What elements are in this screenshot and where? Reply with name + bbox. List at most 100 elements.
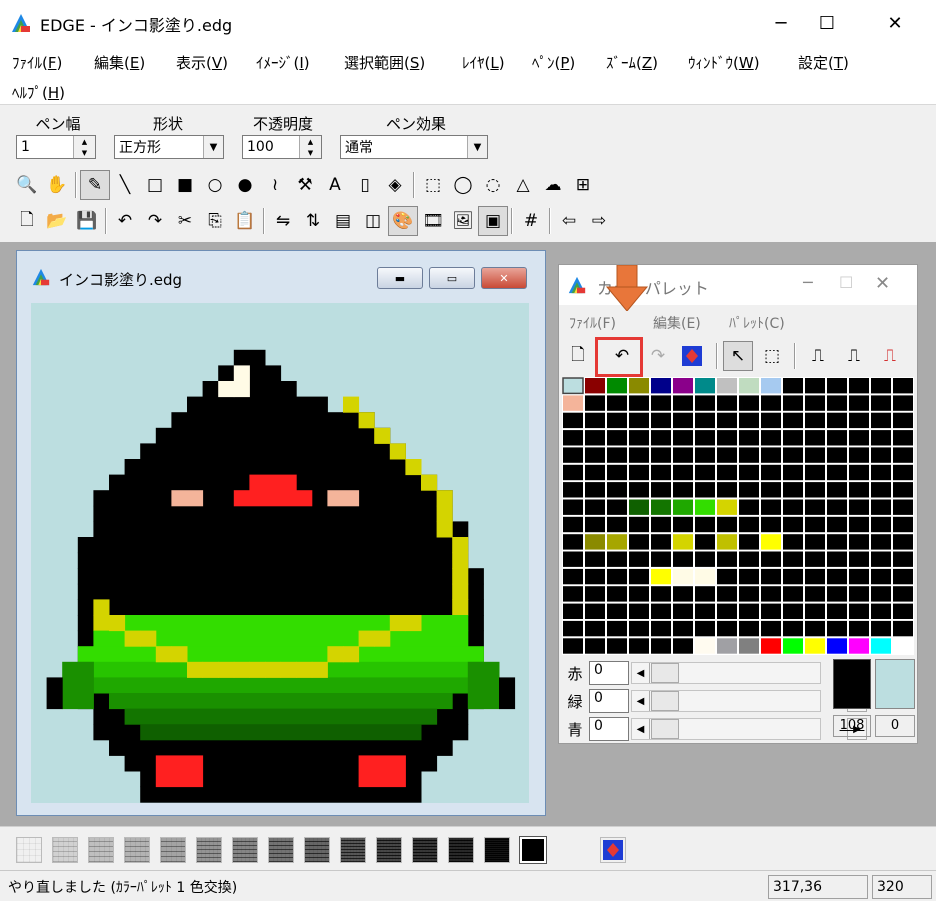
palette-swatch[interactable] (783, 464, 803, 481)
palette-swatch[interactable] (783, 551, 803, 567)
palette-swatch[interactable] (827, 447, 847, 463)
palette-swatch[interactable] (827, 568, 847, 585)
ellipse-icon[interactable]: ○ (200, 170, 230, 200)
palette-swatch[interactable] (563, 620, 583, 637)
palette-swatch[interactable] (783, 499, 803, 515)
palette-swatch[interactable] (585, 638, 605, 654)
palette-swatch[interactable] (827, 620, 847, 637)
menu-item-2[interactable]: 表示(V) (176, 52, 228, 73)
palette-swatch[interactable] (651, 447, 671, 463)
palette-swatch[interactable] (673, 568, 693, 585)
palette-swatch[interactable] (849, 482, 869, 498)
menu-item-4[interactable]: 選択範囲(S) (344, 52, 425, 73)
palette-swatch[interactable] (783, 586, 803, 602)
palette-swatch[interactable] (673, 516, 693, 533)
palette-swatch[interactable] (695, 516, 715, 533)
palette-swatch[interactable] (695, 534, 715, 550)
palette-swatch[interactable] (673, 551, 693, 567)
palette-swatch[interactable] (739, 516, 759, 533)
pixel-art-canvas[interactable] (31, 303, 529, 803)
palette-swatch[interactable] (739, 551, 759, 567)
pen-effect-select[interactable]: 通常 ▼ (340, 135, 488, 159)
palette-swatch[interactable] (783, 412, 803, 429)
palette-swatch[interactable] (717, 586, 737, 602)
palette-swatch[interactable] (783, 620, 803, 637)
close-button[interactable]: ✕ (872, 0, 918, 46)
palette-swatch[interactable] (695, 447, 715, 463)
palette-swatch[interactable] (849, 603, 869, 619)
palette-swatch[interactable] (827, 638, 847, 654)
palette-swatch[interactable] (871, 412, 891, 429)
palette-swatch[interactable] (651, 620, 671, 637)
hammer-icon[interactable]: ⚒ (290, 170, 320, 200)
palette-swatch[interactable] (607, 516, 627, 533)
palette-swatch[interactable] (629, 378, 649, 394)
palette-swatch[interactable] (849, 620, 869, 637)
palette-menu-edit[interactable]: 編集(E) (653, 313, 701, 333)
green-slider[interactable]: ◀ (631, 690, 821, 712)
blue-slider[interactable]: ◀ (631, 718, 821, 740)
arrow-right-icon[interactable]: ⇨ (584, 206, 614, 236)
palette-swatch[interactable] (607, 551, 627, 567)
palette-menu-palette[interactable]: ﾊﾟﾚｯﾄ(C) (729, 313, 785, 333)
palette-swatch[interactable] (629, 586, 649, 602)
palette-swatch[interactable] (695, 499, 715, 515)
palette-swatch[interactable] (893, 499, 913, 515)
pattern-swatch[interactable] (376, 837, 402, 863)
palette-swatch[interactable] (695, 620, 715, 637)
palette-swatch[interactable] (563, 447, 583, 463)
pattern-swap-icon[interactable] (600, 837, 626, 863)
palette-swatch[interactable] (629, 447, 649, 463)
palette-swatch[interactable] (629, 499, 649, 515)
palette-swatch[interactable] (893, 568, 913, 585)
save-icon[interactable]: 💾 (72, 206, 102, 236)
palette-menu-file[interactable]: ﾌｧｲﾙ(F) (569, 313, 616, 333)
palette-swatch[interactable] (849, 430, 869, 446)
palette-swatch[interactable] (673, 464, 693, 481)
palette-swatch[interactable] (805, 638, 825, 654)
palette-swatch[interactable] (563, 412, 583, 429)
palette-swatch[interactable] (607, 534, 627, 550)
palette-swatch[interactable] (717, 395, 737, 411)
palette-swatch[interactable] (805, 534, 825, 550)
palette-swatch[interactable] (739, 378, 759, 394)
palette-swatch[interactable] (563, 395, 583, 411)
pen-width-spinner[interactable]: 1 ▲ ▼ (16, 135, 96, 159)
palette-swatch[interactable] (651, 395, 671, 411)
palette-swatch[interactable] (629, 412, 649, 429)
palette-swatch[interactable] (783, 395, 803, 411)
palette-swatch[interactable] (871, 568, 891, 585)
palette-swatch[interactable] (607, 378, 627, 394)
palette-swatch[interactable] (761, 534, 781, 550)
palette-swatch[interactable] (871, 482, 891, 498)
palette-swatch[interactable] (893, 603, 913, 619)
palette-swatch[interactable] (585, 482, 605, 498)
palette-swatch[interactable] (827, 412, 847, 429)
palette-swatch[interactable] (629, 551, 649, 567)
palette-swatch[interactable] (717, 620, 737, 637)
palette-swatch[interactable] (629, 395, 649, 411)
menu-item-5[interactable]: ﾚｲﾔ(L) (462, 52, 505, 73)
palette-swatch[interactable] (871, 638, 891, 654)
palette-swatch[interactable] (761, 430, 781, 446)
palette-swatch[interactable] (607, 568, 627, 585)
palette-swatch[interactable] (893, 620, 913, 637)
menu-item-1[interactable]: 編集(E) (94, 52, 145, 73)
palette-swatch[interactable] (563, 603, 583, 619)
gradient-icon[interactable]: ⎍ (803, 341, 833, 371)
color-swap-icon[interactable] (677, 341, 707, 371)
canvas-close-button[interactable]: ✕ (481, 267, 527, 289)
palette-swatch[interactable] (651, 464, 671, 481)
filled-rectangle-icon[interactable]: ■ (170, 170, 200, 200)
palette-swatch[interactable] (717, 551, 737, 567)
maximize-button[interactable]: ☐ (804, 0, 850, 46)
palette-swatch[interactable] (893, 378, 913, 394)
palette-swatch[interactable] (717, 482, 737, 498)
palette-swatch[interactable] (585, 586, 605, 602)
palette-swatch[interactable] (651, 516, 671, 533)
palette-swatch[interactable] (827, 464, 847, 481)
palette-swatch[interactable] (761, 412, 781, 429)
redo-icon[interactable]: ↷ (140, 206, 170, 236)
palette-swatch[interactable] (585, 551, 605, 567)
palette-close-button[interactable]: ✕ (875, 273, 890, 294)
